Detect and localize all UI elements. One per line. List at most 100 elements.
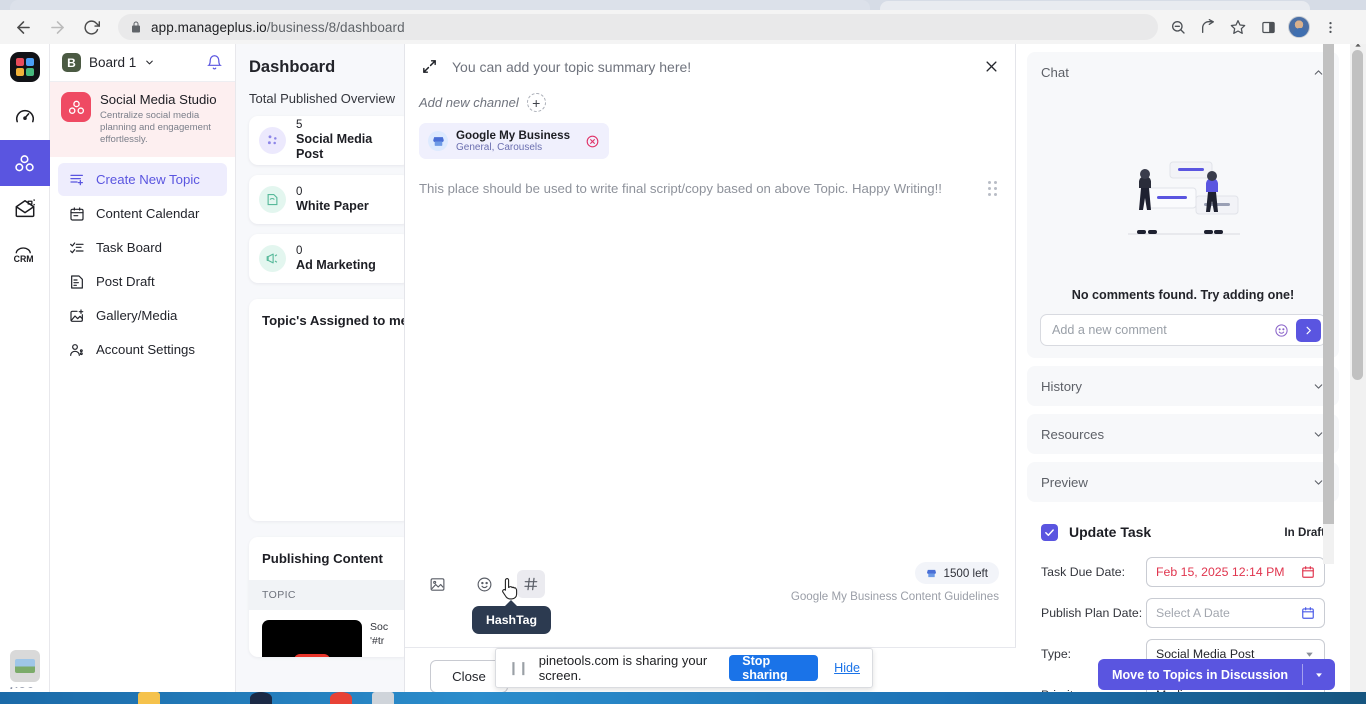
preview-section-header[interactable]: Preview [1027, 462, 1339, 502]
share-icon[interactable] [1194, 13, 1222, 41]
browser-tab-secondary[interactable] [880, 1, 1310, 10]
comment-input[interactable] [1052, 323, 1267, 337]
taskbar-app-4[interactable] [372, 692, 394, 704]
speedometer-icon[interactable] [0, 94, 50, 140]
chevron-down-icon[interactable] [1303, 659, 1335, 690]
comment-input-wrapper[interactable] [1040, 314, 1326, 346]
status-badge: In Draft [1284, 525, 1325, 539]
field-value: Feb 15, 2025 12:14 PM [1156, 565, 1285, 579]
scroll-up-arrow-icon[interactable] [1354, 44, 1362, 49]
star-icon[interactable] [1224, 13, 1252, 41]
close-x-icon[interactable] [984, 59, 999, 74]
resources-section: Resources [1027, 414, 1339, 454]
topic-modal: You can add your topic summary here! Add… [404, 44, 1017, 704]
remove-circle-icon[interactable] [585, 134, 600, 149]
sidebar-item-gallery-media[interactable]: Gallery/Media [58, 299, 227, 332]
profile-avatar[interactable] [1288, 16, 1310, 38]
chevron-down-icon[interactable] [144, 57, 155, 68]
drag-handle-icon[interactable] [988, 181, 997, 196]
chevron-down-icon[interactable] [1304, 649, 1315, 660]
expand-diagonal-icon[interactable] [421, 58, 438, 75]
hide-link[interactable]: Hide [834, 661, 860, 675]
pause-icon: ❙❙ [508, 660, 529, 675]
address-bar[interactable]: app.manageplus.io/business/8/dashboard [118, 14, 1158, 40]
sidebar-item-content-calendar[interactable]: Content Calendar [58, 197, 227, 230]
overview-label: Total Published Overview [249, 91, 395, 106]
history-section-header[interactable]: History [1027, 366, 1339, 406]
emoji-icon[interactable] [470, 570, 498, 598]
hashtag-icon[interactable] [517, 570, 545, 598]
stat-card-white-paper[interactable]: 0 White Paper [249, 175, 404, 224]
notification-bell-icon[interactable] [206, 54, 223, 71]
stat-count: 0 [296, 244, 303, 257]
browser-tabstrip [0, 0, 1366, 10]
browser-tab-active[interactable] [10, 0, 870, 10]
insert-image-icon[interactable] [423, 570, 451, 598]
share-message: pinetools.com is sharing your screen. [538, 653, 708, 683]
video-thumbnail[interactable] [262, 620, 362, 657]
create-topic-icon [68, 172, 85, 188]
app-logo-icon[interactable] [9, 52, 40, 82]
rail-bottom-thumb[interactable] [10, 650, 40, 682]
right-panel-scrollbar-thumb[interactable] [1323, 44, 1334, 524]
publishing-column-header: TOPIC [249, 580, 404, 610]
forward-arrow-icon[interactable] [42, 12, 72, 42]
calendar-red-icon[interactable] [1301, 565, 1315, 579]
google-my-business-icon [428, 131, 448, 151]
reload-icon[interactable] [76, 12, 106, 42]
channel-chip-google-my-business[interactable]: Google My Business General, Carousels [419, 123, 609, 159]
add-channel-plus-button[interactable]: + [526, 93, 546, 112]
dashboard-column: Dashboard Total Published Overview 5 Soc… [236, 44, 404, 704]
publish-plan-date-input[interactable]: Select A Date [1146, 598, 1325, 628]
browser-toolbar-actions [1164, 13, 1344, 41]
stat-card-ad-marketing[interactable]: 0 Ad Marketing [249, 234, 404, 283]
resources-section-header[interactable]: Resources [1027, 414, 1339, 454]
taskbar-app-2[interactable] [250, 692, 272, 704]
rail-item-social-studio[interactable] [0, 140, 50, 186]
add-channel-row[interactable]: Add new channel + [419, 93, 999, 112]
assigned-topics-panel: Topic's Assigned to me [249, 299, 404, 521]
board-selector[interactable]: B Board 1 [50, 44, 235, 82]
chat-section-header[interactable]: Chat [1027, 52, 1339, 92]
side-panel-icon[interactable] [1254, 13, 1282, 41]
browser-toolbar: app.manageplus.io/business/8/dashboard [0, 10, 1366, 44]
update-task-checkbox[interactable] [1041, 523, 1058, 541]
sidebar-item-post-draft[interactable]: Post Draft [58, 265, 227, 298]
task-due-date-input[interactable]: Feb 15, 2025 12:14 PM [1146, 557, 1325, 587]
sidebar-item-label: Task Board [96, 240, 162, 255]
table-row[interactable]: Soc '#tr [249, 610, 404, 657]
history-section-label: History [1041, 378, 1083, 394]
move-to-topics-button[interactable]: Move to Topics in Discussion [1098, 659, 1302, 690]
sidebar-item-label: Gallery/Media [96, 308, 178, 323]
send-arrow-icon[interactable] [1296, 318, 1321, 342]
crm-icon[interactable]: CRM [0, 232, 50, 278]
publishing-content-panel: Publishing Content TOPIC Soc '#tr [249, 537, 404, 657]
editor-placeholder: This place should be used to write final… [419, 181, 942, 196]
page-scrollbar[interactable] [1350, 44, 1366, 704]
channel-sub: General, Carousels [456, 141, 543, 153]
studio-subtitle: Centralize social media planning and eng… [100, 110, 211, 145]
sidebar-item-account-settings[interactable]: Account Settings [58, 333, 227, 366]
studio-title: Social Media Studio [100, 92, 217, 107]
emoji-icon[interactable] [1274, 323, 1289, 338]
google-my-business-icon [926, 568, 937, 579]
task-list-icon [68, 240, 85, 256]
zoom-out-icon[interactable] [1164, 13, 1192, 41]
page-scrollbar-thumb[interactable] [1352, 50, 1363, 380]
calendar-blue-icon[interactable] [1301, 606, 1315, 620]
back-arrow-icon[interactable] [8, 12, 38, 42]
content-guidelines-link[interactable]: Google My Business Content Guidelines [791, 590, 999, 603]
preview-section-label: Preview [1041, 474, 1088, 490]
right-panel-scrollbar[interactable] [1323, 44, 1334, 564]
social-post-icon [259, 127, 286, 154]
taskbar-app-1[interactable] [138, 692, 160, 704]
three-dot-menu-icon[interactable] [1316, 13, 1344, 41]
content-editor[interactable]: This place should be used to write final… [405, 159, 1015, 459]
stop-sharing-button[interactable]: Stop sharing [729, 654, 819, 682]
sidebar-item-task-board[interactable]: Task Board [58, 231, 227, 264]
stat-card-social-media-post[interactable]: 5 Social Media Post [249, 116, 404, 165]
campaign-mail-icon[interactable] [0, 186, 50, 232]
sidebar-item-create-new-topic[interactable]: Create New Topic [58, 163, 227, 196]
taskbar-app-3[interactable] [330, 692, 352, 704]
topic-summary-placeholder[interactable]: You can add your topic summary here! [452, 59, 691, 75]
